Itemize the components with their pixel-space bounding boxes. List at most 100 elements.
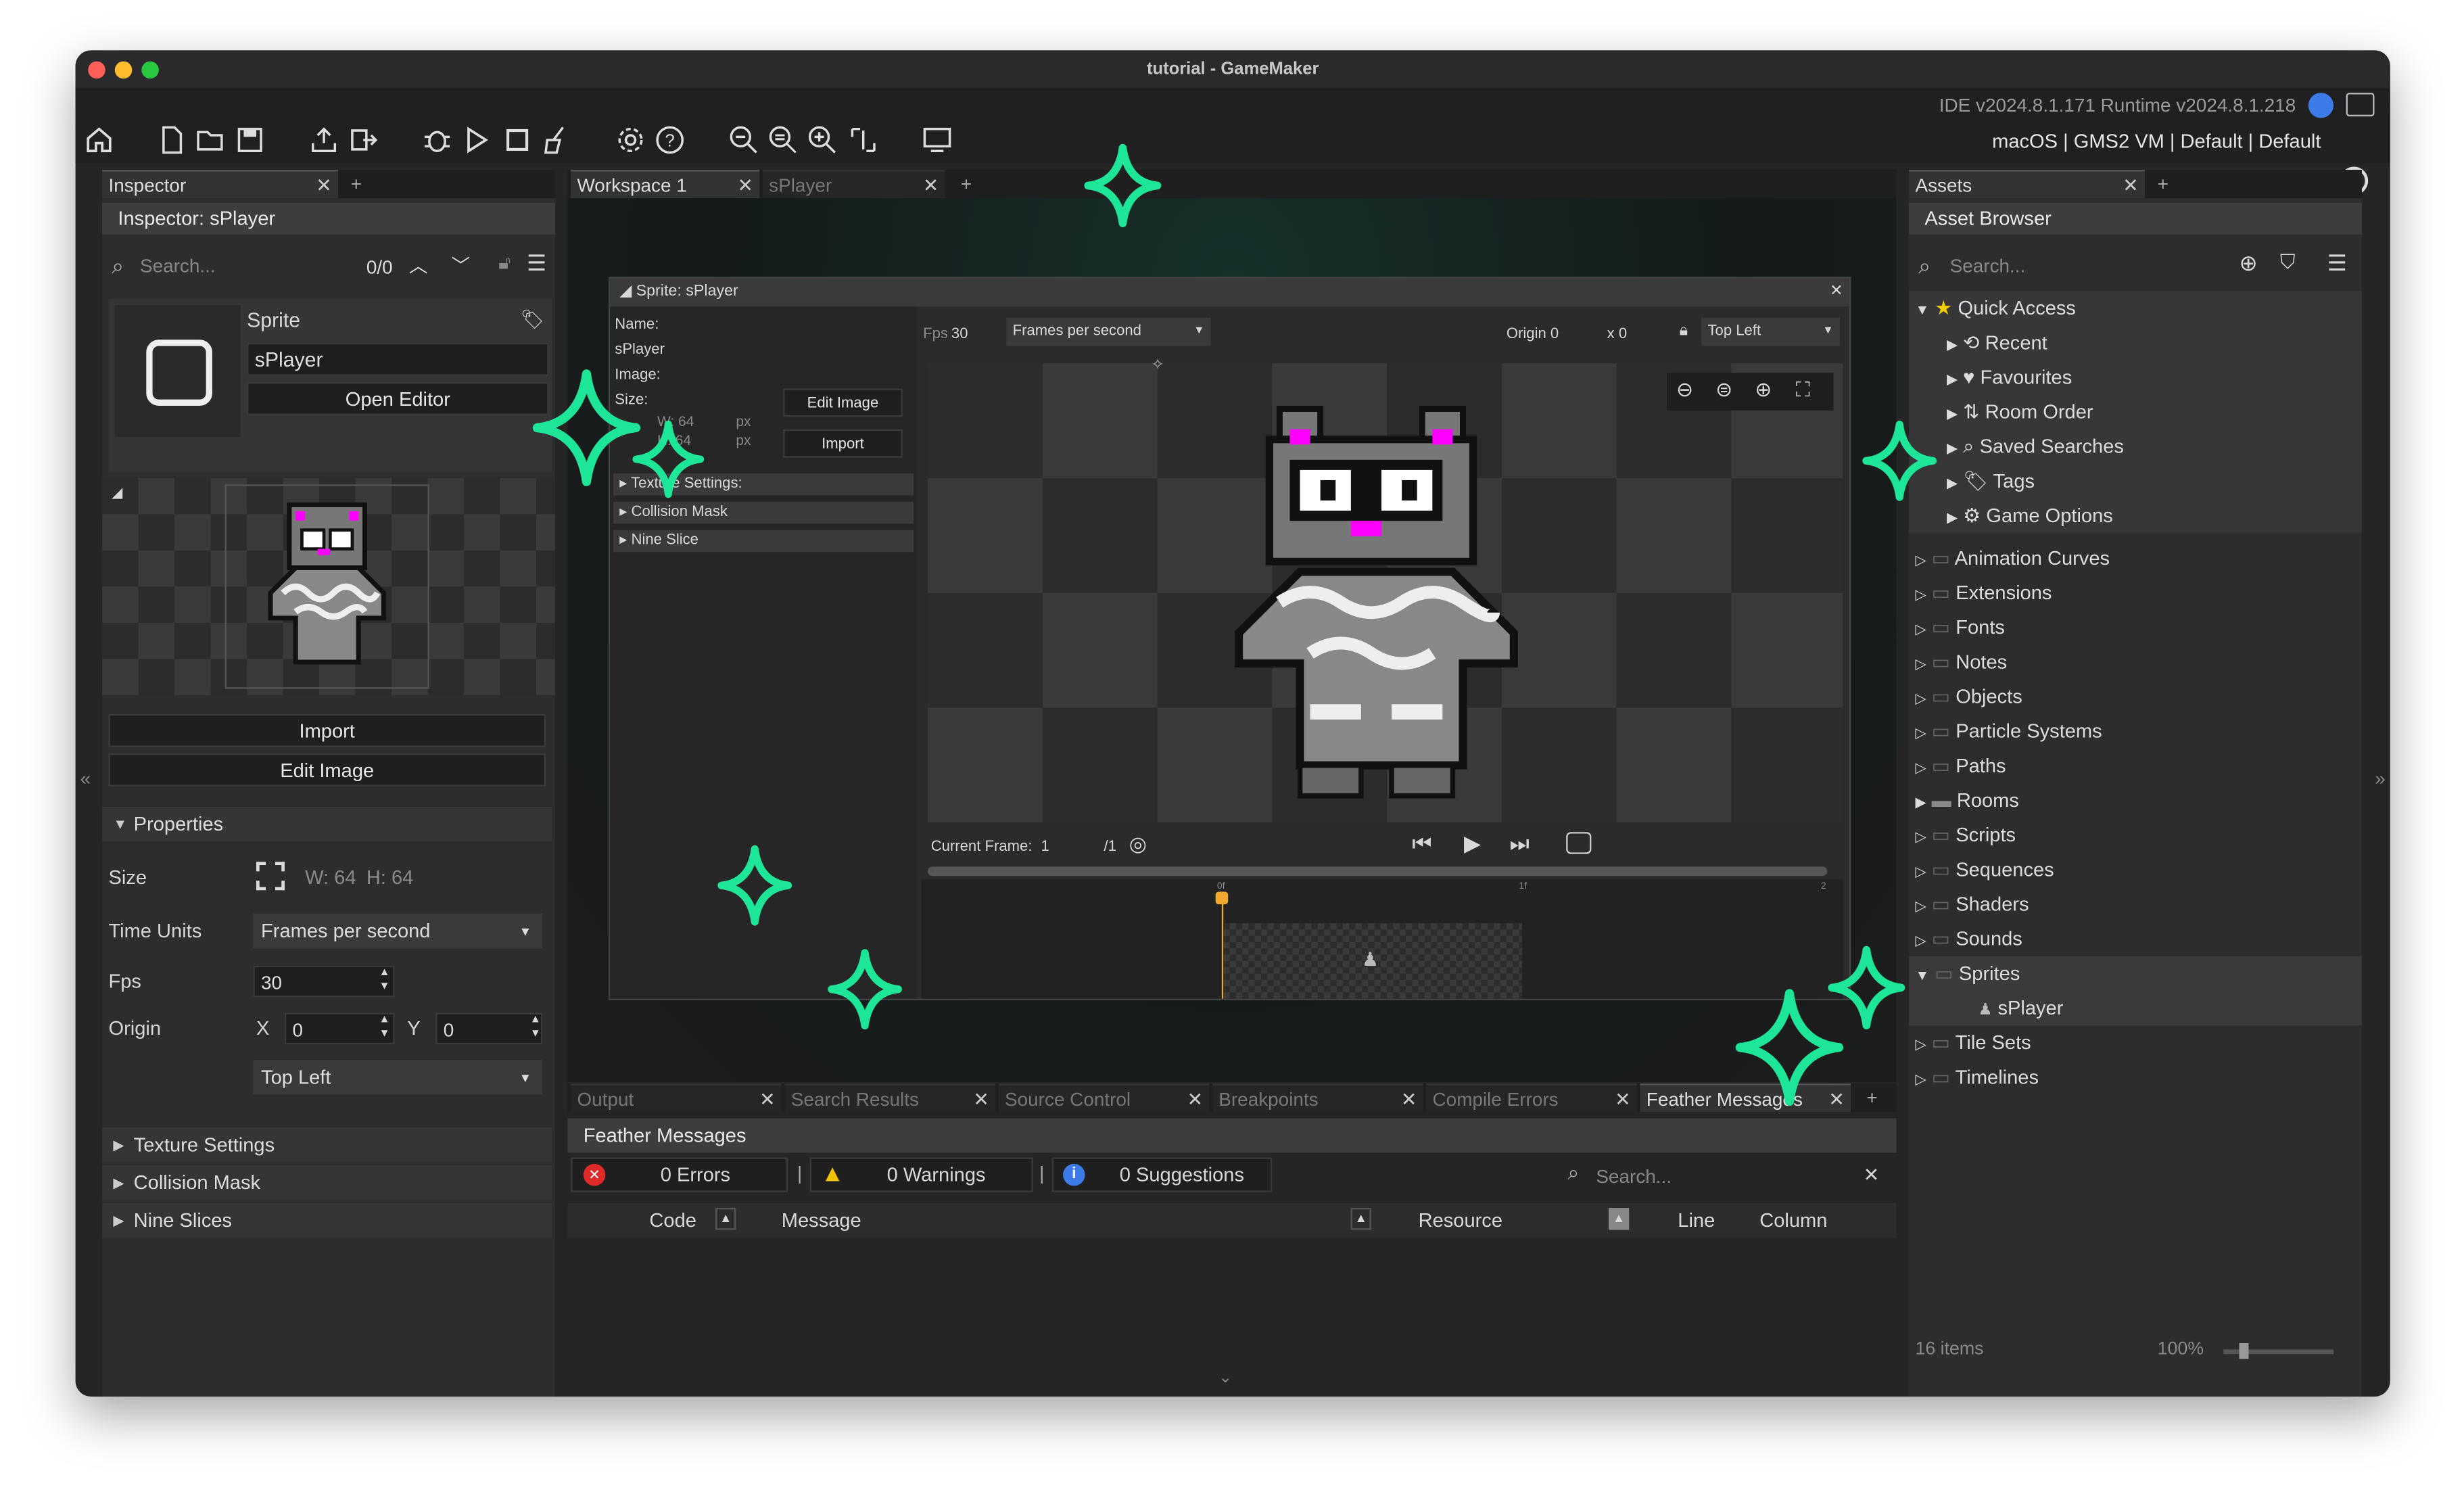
nine-slice-section[interactable]: ▸ Nine Slice — [613, 530, 914, 553]
time-units-select[interactable]: Frames per second ▼ — [253, 914, 543, 949]
menu-icon[interactable]: ☰ — [2327, 250, 2347, 277]
collision-mask-section[interactable]: ▶ Collision Mask — [102, 1165, 552, 1200]
zoom-reset-icon[interactable]: ⊜ — [1715, 377, 1732, 402]
frame-thumbnail[interactable]: ♟ — [1223, 923, 1523, 999]
zoom-window-button[interactable] — [141, 61, 159, 79]
collapse-left-icon[interactable]: « — [80, 768, 91, 790]
minimize-window-button[interactable] — [114, 61, 133, 79]
column-line[interactable]: Line — [1678, 1209, 1715, 1232]
search-input[interactable]: Search... — [1950, 255, 2026, 277]
folder-tile-sets[interactable]: ▷ ▭ Tile Sets — [1915, 1025, 2031, 1060]
import-button[interactable]: Import — [783, 429, 903, 458]
chat-icon[interactable] — [2346, 93, 2375, 117]
close-icon[interactable]: ✕ — [1615, 1085, 1630, 1114]
column-code[interactable]: Code — [649, 1209, 696, 1232]
tab-output[interactable]: Output ✕ — [571, 1083, 782, 1113]
origin-x-stepper[interactable]: ▲ ▼ — [379, 1013, 389, 1042]
lock-icon[interactable]: 🔒︎ — [1680, 323, 1688, 340]
folder-notes[interactable]: ▷ ▭ Notes — [1915, 645, 2007, 679]
column-column[interactable]: Column — [1759, 1209, 1827, 1232]
collision-mask-section[interactable]: ▸ Collision Mask — [613, 501, 914, 524]
fps-stepper[interactable]: ▲ ▼ — [379, 966, 389, 994]
folder-timelines[interactable]: ▷ ▭ Timelines — [1915, 1060, 2039, 1094]
fps-input[interactable]: 30 — [253, 965, 395, 998]
collapse-right-icon[interactable]: » — [2375, 768, 2386, 790]
loop-icon[interactable] — [1566, 832, 1592, 854]
new-file-icon[interactable] — [156, 124, 187, 156]
tab-breakpoints[interactable]: Breakpoints ✕ — [1212, 1083, 1423, 1114]
folder-shaders[interactable]: ▷ ▭ Shaders — [1915, 887, 2029, 922]
fps-value[interactable]: 30 — [951, 325, 968, 343]
properties-section[interactable]: ▼ Properties — [102, 806, 552, 842]
device-icon[interactable] — [918, 124, 956, 156]
add-asset-icon[interactable]: ⊕ — [2240, 250, 2258, 277]
tab-search-results[interactable]: Search Results ✕ — [784, 1083, 996, 1114]
fit-view-icon[interactable] — [847, 124, 879, 156]
suggestions-filter[interactable]: i 0 Suggestions — [1051, 1157, 1273, 1192]
folder-sounds[interactable]: ▷ ▭ Sounds — [1915, 922, 2022, 956]
zoom-out-icon[interactable] — [728, 124, 760, 156]
origin-preset-select[interactable]: Top Left ▼ — [1701, 317, 1840, 346]
folder-extensions[interactable]: ▷ ▭ Extensions — [1915, 576, 2052, 610]
quick-tags[interactable]: ▶ 🏷︎ Tags — [1947, 464, 2035, 498]
import-export-icon[interactable] — [348, 124, 379, 156]
playhead-handle[interactable] — [1215, 891, 1229, 905]
folder-scripts[interactable]: ▷ ▭ Scripts — [1915, 818, 2016, 852]
zoom-in-icon[interactable] — [807, 124, 838, 156]
add-tab-icon[interactable]: + — [351, 170, 362, 198]
frame-scrubber[interactable] — [928, 866, 1828, 876]
folder-paths[interactable]: ▷ ▭ Paths — [1915, 749, 2006, 783]
origin-x-input[interactable]: 0 — [284, 1012, 395, 1045]
zoom-out-icon[interactable]: ⊖ — [1676, 377, 1693, 402]
resize-icon[interactable] — [256, 862, 285, 891]
lock-icon[interactable]: 🔓︎ — [498, 252, 511, 275]
texture-settings-section[interactable]: ▶ Texture Settings — [102, 1127, 552, 1163]
export-icon[interactable] — [308, 124, 340, 156]
search-input[interactable]: Search... — [1596, 1165, 1672, 1188]
sort-icon[interactable]: ▲ — [1350, 1207, 1371, 1230]
preview-toggle-icon[interactable]: ◢ — [112, 484, 122, 502]
close-icon[interactable]: ✕ — [923, 171, 939, 200]
tab-workspace-1[interactable]: Workspace 1 ✕ — [571, 170, 760, 199]
open-folder-icon[interactable] — [195, 124, 227, 156]
quick-game-options[interactable]: ▶ ⚙ Game Options — [1947, 498, 2113, 533]
zoom-slider-handle[interactable] — [2239, 1342, 2249, 1359]
origin-y-stepper[interactable]: ▲ ▼ — [530, 1013, 541, 1042]
origin-preset-select[interactable]: Top Left ▼ — [253, 1060, 543, 1095]
errors-filter[interactable]: ✕ 0 Errors — [571, 1157, 788, 1192]
import-button[interactable]: Import — [108, 714, 546, 747]
filter-icon[interactable]: ⛉ — [2280, 250, 2296, 275]
help-icon[interactable]: ? — [654, 124, 686, 156]
asset-splayer[interactable]: ♟ sPlayer — [1978, 991, 2063, 1025]
add-tab-icon[interactable]: + — [1866, 1083, 1877, 1112]
folder-rooms[interactable]: ▶ ▬ Rooms — [1915, 783, 2018, 818]
folder-objects[interactable]: ▷ ▭ Objects — [1915, 680, 2022, 714]
onion-skin-icon[interactable]: ◎ — [1129, 832, 1147, 857]
close-icon[interactable]: ✕ — [1401, 1085, 1417, 1114]
folder-particle-systems[interactable]: ▷ ▭ Particle Systems — [1915, 714, 2102, 749]
clear-search-icon[interactable]: ✕ — [1864, 1164, 1879, 1186]
close-window-button[interactable] — [88, 61, 105, 79]
clean-icon[interactable] — [541, 124, 573, 156]
quick-room-order[interactable]: ▶ ⇅ Room Order — [1947, 395, 2093, 429]
folder-sequences[interactable]: ▷ ▭ Sequences — [1915, 852, 2054, 887]
close-icon[interactable]: ✕ — [316, 171, 331, 200]
account-icon[interactable] — [2308, 93, 2334, 118]
menu-icon[interactable]: ☰ — [527, 250, 546, 277]
name-value[interactable]: sPlayer — [615, 342, 665, 359]
column-resource[interactable]: Resource — [1419, 1209, 1502, 1232]
tab-source-control[interactable]: Source Control ✕ — [998, 1083, 1210, 1114]
sort-icon[interactable]: ▲ — [1608, 1207, 1630, 1230]
play-icon[interactable]: ▶ — [1464, 831, 1481, 858]
sort-icon[interactable]: ▲ — [715, 1207, 736, 1230]
close-icon[interactable]: ✕ — [1830, 279, 1843, 307]
close-icon[interactable]: ✕ — [2123, 171, 2138, 200]
add-tab-icon[interactable]: + — [961, 170, 972, 198]
tab-compile-errors[interactable]: Compile Errors ✕ — [1426, 1083, 1637, 1114]
nine-slices-section[interactable]: ▶ Nine Slices — [102, 1203, 552, 1238]
folder-fonts[interactable]: ▷ ▭ Fonts — [1915, 610, 2004, 645]
target-platform[interactable]: macOS | GMS2 VM | Default | Default — [1992, 131, 2321, 153]
close-icon[interactable]: ✕ — [973, 1085, 989, 1114]
folder-sprites[interactable]: ▼ ▭ Sprites — [1915, 956, 2020, 991]
close-icon[interactable]: ✕ — [1187, 1085, 1203, 1114]
